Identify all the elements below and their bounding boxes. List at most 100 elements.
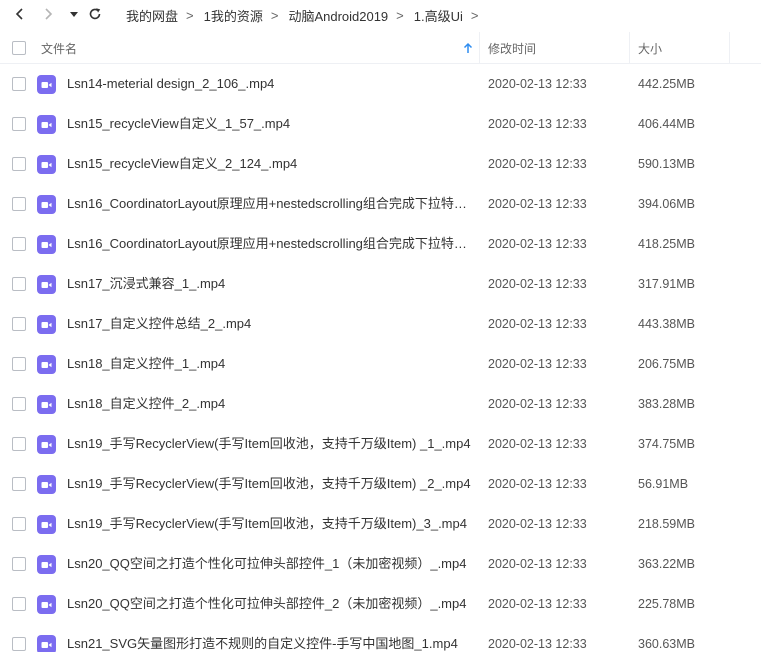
- file-modified-date: 2020-02-13 12:33: [488, 517, 587, 531]
- column-divider[interactable]: [729, 32, 730, 64]
- video-file-icon: [37, 355, 56, 374]
- file-row[interactable]: Lsn20_QQ空间之打造个性化可拉伸头部控件_1（未加密视频）_.mp4 20…: [0, 544, 761, 584]
- size-column-header[interactable]: 大小: [638, 32, 728, 64]
- date-column-label: 修改时间: [488, 41, 537, 56]
- file-modified-date: 2020-02-13 12:33: [488, 597, 587, 611]
- file-size: 442.25MB: [638, 77, 695, 91]
- file-modified-date: 2020-02-13 12:33: [488, 477, 587, 491]
- breadcrumb-item[interactable]: 我的网盘: [118, 6, 184, 25]
- column-divider[interactable]: [629, 32, 630, 64]
- video-file-icon: [37, 155, 56, 174]
- row-checkbox[interactable]: [12, 597, 26, 611]
- video-file-icon: [37, 235, 56, 254]
- file-name[interactable]: Lsn18_自定义控件_2_.mp4: [67, 384, 472, 424]
- file-name[interactable]: Lsn16_CoordinatorLayout原理应用+nestedscroll…: [67, 224, 472, 264]
- file-name[interactable]: Lsn19_手写RecyclerView(手写Item回收池，支持千万级Item…: [67, 464, 472, 504]
- file-row[interactable]: Lsn17_自定义控件总结_2_.mp4 2020-02-13 12:33 44…: [0, 304, 761, 344]
- chevron-right-icon: >: [470, 7, 479, 23]
- file-row[interactable]: Lsn21_SVG矢量图形打造不规则的自定义控件-手写中国地图_1.mp4 20…: [0, 624, 761, 652]
- refresh-icon: [89, 8, 101, 20]
- file-name[interactable]: Lsn15_recycleView自定义_2_124_.mp4: [67, 144, 472, 184]
- row-checkbox[interactable]: [12, 397, 26, 411]
- file-row[interactable]: Lsn15_recycleView自定义_2_124_.mp4 2020-02-…: [0, 144, 761, 184]
- file-row[interactable]: Lsn14-meterial design_2_106_.mp4 2020-02…: [0, 64, 761, 104]
- file-size: 225.78MB: [638, 597, 695, 611]
- date-column-header[interactable]: 修改时间: [488, 32, 628, 64]
- file-name[interactable]: Lsn15_recycleView自定义_1_57_.mp4: [67, 104, 472, 144]
- row-checkbox[interactable]: [12, 477, 26, 491]
- name-column-header[interactable]: 文件名: [41, 32, 479, 64]
- file-modified-date: 2020-02-13 12:33: [488, 197, 587, 211]
- file-row[interactable]: Lsn19_手写RecyclerView(手写Item回收池，支持千万级Item…: [0, 504, 761, 544]
- file-row[interactable]: Lsn15_recycleView自定义_1_57_.mp4 2020-02-1…: [0, 104, 761, 144]
- row-checkbox[interactable]: [12, 277, 26, 291]
- file-name[interactable]: Lsn16_CoordinatorLayout原理应用+nestedscroll…: [67, 184, 472, 224]
- row-checkbox[interactable]: [12, 357, 26, 371]
- chevron-right-icon: [45, 8, 53, 20]
- file-list: Lsn14-meterial design_2_106_.mp4 2020-02…: [0, 64, 761, 652]
- row-checkbox[interactable]: [12, 157, 26, 171]
- forward-button[interactable]: [38, 4, 58, 24]
- history-dropdown-button[interactable]: [64, 4, 84, 24]
- file-size: 590.13MB: [638, 157, 695, 171]
- row-checkbox[interactable]: [12, 197, 26, 211]
- file-name[interactable]: Lsn19_手写RecyclerView(手写Item回收池，支持千万级Item…: [67, 504, 472, 544]
- row-checkbox[interactable]: [12, 237, 26, 251]
- file-row[interactable]: Lsn18_自定义控件_2_.mp4 2020-02-13 12:33 383.…: [0, 384, 761, 424]
- breadcrumb-item[interactable]: 动脑Android2019: [280, 6, 394, 25]
- column-divider[interactable]: [479, 32, 480, 64]
- file-modified-date: 2020-02-13 12:33: [488, 77, 587, 91]
- video-file-icon: [37, 195, 56, 214]
- file-name[interactable]: Lsn18_自定义控件_1_.mp4: [67, 344, 472, 384]
- video-file-icon: [37, 115, 56, 134]
- file-modified-date: 2020-02-13 12:33: [488, 237, 587, 251]
- refresh-button[interactable]: [85, 4, 105, 24]
- video-file-icon: [37, 435, 56, 454]
- file-size: 218.59MB: [638, 517, 695, 531]
- breadcrumb-item-current[interactable]: 1.高级Ui: [406, 6, 469, 25]
- row-checkbox[interactable]: [12, 77, 26, 91]
- row-checkbox[interactable]: [12, 517, 26, 531]
- file-modified-date: 2020-02-13 12:33: [488, 277, 587, 291]
- video-file-icon: [37, 555, 56, 574]
- navigation-bar: 我的网盘 > 1我的资源 > 动脑Android2019 > 1.高级Ui >: [0, 0, 761, 30]
- video-file-icon: [37, 475, 56, 494]
- file-name[interactable]: Lsn20_QQ空间之打造个性化可拉伸头部控件_1（未加密视频）_.mp4: [67, 544, 472, 584]
- row-checkbox[interactable]: [12, 637, 26, 651]
- file-size: 406.44MB: [638, 117, 695, 131]
- file-modified-date: 2020-02-13 12:33: [488, 637, 587, 651]
- row-checkbox[interactable]: [12, 117, 26, 131]
- file-name[interactable]: Lsn21_SVG矢量图形打造不规则的自定义控件-手写中国地图_1.mp4: [67, 624, 472, 652]
- row-checkbox[interactable]: [12, 557, 26, 571]
- chevron-left-icon: [15, 8, 23, 20]
- file-row[interactable]: Lsn16_CoordinatorLayout原理应用+nestedscroll…: [0, 224, 761, 264]
- video-file-icon: [37, 275, 56, 294]
- breadcrumb: 我的网盘 > 1我的资源 > 动脑Android2019 > 1.高级Ui >: [118, 0, 480, 30]
- file-size: 443.38MB: [638, 317, 695, 331]
- video-file-icon: [37, 315, 56, 334]
- select-all-cell: [12, 32, 26, 64]
- file-row[interactable]: Lsn18_自定义控件_1_.mp4 2020-02-13 12:33 206.…: [0, 344, 761, 384]
- file-name[interactable]: Lsn19_手写RecyclerView(手写Item回收池，支持千万级Item…: [67, 424, 472, 464]
- file-row[interactable]: Lsn20_QQ空间之打造个性化可拉伸头部控件_2（未加密视频）_.mp4 20…: [0, 584, 761, 624]
- file-name[interactable]: Lsn17_自定义控件总结_2_.mp4: [67, 304, 472, 344]
- row-checkbox[interactable]: [12, 437, 26, 451]
- file-name[interactable]: Lsn17_沉浸式兼容_1_.mp4: [67, 264, 472, 304]
- back-button[interactable]: [10, 4, 30, 24]
- file-row[interactable]: Lsn19_手写RecyclerView(手写Item回收池，支持千万级Item…: [0, 424, 761, 464]
- select-all-checkbox[interactable]: [12, 41, 26, 55]
- breadcrumb-item[interactable]: 1我的资源: [196, 6, 269, 25]
- row-checkbox[interactable]: [12, 317, 26, 331]
- file-row[interactable]: Lsn16_CoordinatorLayout原理应用+nestedscroll…: [0, 184, 761, 224]
- video-file-icon: [37, 75, 56, 94]
- file-modified-date: 2020-02-13 12:33: [488, 397, 587, 411]
- file-row[interactable]: Lsn17_沉浸式兼容_1_.mp4 2020-02-13 12:33 317.…: [0, 264, 761, 304]
- video-file-icon: [37, 395, 56, 414]
- file-row[interactable]: Lsn19_手写RecyclerView(手写Item回收池，支持千万级Item…: [0, 464, 761, 504]
- file-name[interactable]: Lsn14-meterial design_2_106_.mp4: [67, 64, 472, 104]
- file-size: 394.06MB: [638, 197, 695, 211]
- size-column-label: 大小: [638, 41, 663, 56]
- file-name[interactable]: Lsn20_QQ空间之打造个性化可拉伸头部控件_2（未加密视频）_.mp4: [67, 584, 472, 624]
- file-size: 363.22MB: [638, 557, 695, 571]
- file-size: 374.75MB: [638, 437, 695, 451]
